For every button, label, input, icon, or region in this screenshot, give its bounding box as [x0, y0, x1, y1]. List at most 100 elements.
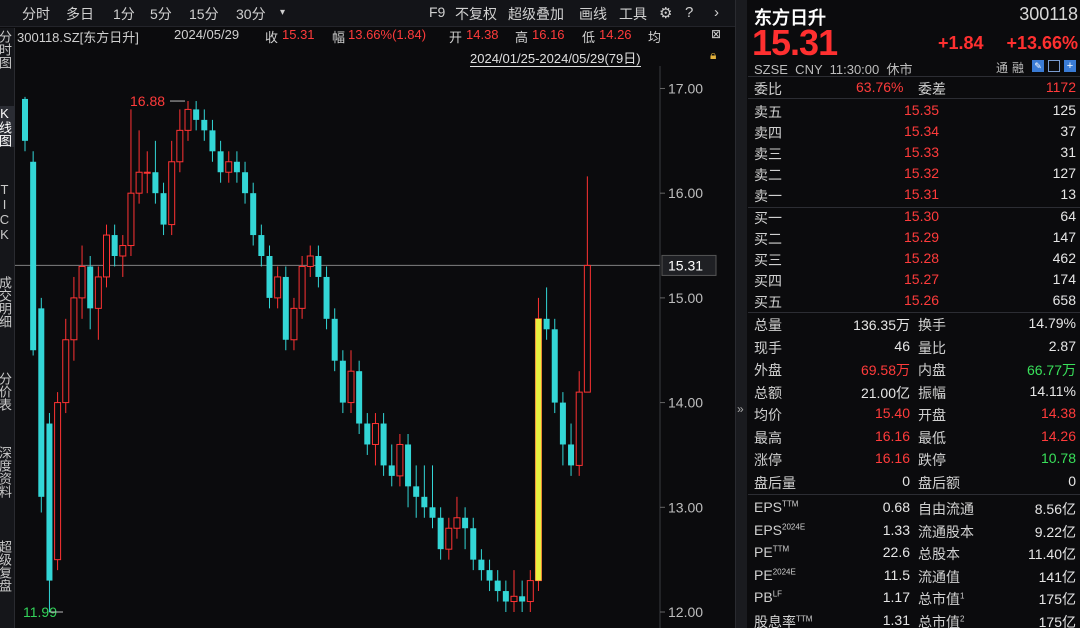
chevron-right-icon[interactable]: › [714, 4, 719, 21]
bid-row[interactable]: 买一 15.30 64 [748, 206, 1080, 228]
fundamental-label: 自由流通 [918, 499, 974, 519]
candle-body [94, 276, 102, 309]
max-price-label: 16.88 [130, 93, 165, 109]
triangle-down-icon[interactable]: ▾ [280, 7, 285, 18]
tab-15min[interactable]: 15分 [189, 4, 219, 24]
tab-30min[interactable]: 30分 [236, 4, 266, 24]
ask-row[interactable]: 卖四 15.34 37 [748, 121, 1080, 143]
tab-multi-day[interactable]: 多日 [66, 4, 94, 24]
add-icon[interactable]: + [1064, 60, 1076, 72]
ask-volume: 127 [1052, 165, 1076, 181]
f9-button[interactable]: F9 [429, 4, 445, 20]
double-chevron-icon[interactable]: » [737, 402, 744, 416]
tag-tong: 通 [996, 61, 1009, 75]
panel-collapse-strip[interactable]: » [735, 0, 747, 628]
candle-body [152, 172, 159, 194]
side-tab-trades[interactable]: 成交明细 [0, 276, 15, 328]
adjust-button[interactable]: 不复权 [455, 4, 497, 24]
side-tab-price-table[interactable]: 分价表 [0, 372, 15, 411]
tab-1min[interactable]: 1分 [113, 4, 135, 24]
stat-label: 盘后量 [754, 474, 796, 491]
info-date: 2024/05/29 [174, 27, 240, 42]
fundamental-label-text: PE [754, 544, 773, 560]
fundamental-value: 1.31 [882, 611, 910, 628]
candle-body [315, 256, 322, 277]
fundamental-value: 141亿 [1038, 568, 1076, 585]
fundamental-label-text: 总市值 [918, 613, 960, 628]
tools-button[interactable]: 工具 [619, 4, 647, 24]
bid-label: 买三 [754, 252, 782, 268]
stat-label: 盘后额 [918, 474, 960, 491]
fundamental-row: PBLF 1.17 总市值1 175亿 [748, 587, 1080, 609]
candle-body [510, 595, 518, 603]
tab-5min[interactable]: 5分 [150, 4, 172, 24]
ask-row[interactable]: 卖二 15.32 127 [748, 163, 1080, 185]
fundamental-label-text: 总市值 [918, 591, 960, 607]
candle-body [306, 255, 314, 267]
candle-body [184, 108, 192, 131]
stat-value: 16.16 [874, 450, 910, 466]
bid-volume: 64 [1060, 208, 1076, 224]
ask-row[interactable]: 卖五 15.35 125 [748, 100, 1080, 122]
candle-body [143, 171, 151, 174]
candle-body [429, 507, 436, 518]
kline-chart[interactable]: 17.00 16.00 15.00 14.00 13.00 12.00 15.31 16.88… [15, 66, 720, 628]
side-tab-kline[interactable]: K线图 [0, 106, 15, 147]
fundamental-value: 22.6 [882, 544, 910, 560]
bid-volume: 147 [1052, 229, 1076, 245]
candle-body [209, 130, 216, 152]
ask-price: 15.33 [904, 144, 940, 160]
side-tab-tick[interactable]: TICK [0, 182, 15, 242]
side-tab-replay[interactable]: 超级复盘 [0, 540, 15, 592]
high-label: 高 [515, 30, 529, 45]
stat-value: 46 [894, 337, 910, 354]
draw-button[interactable]: 画线 [579, 4, 607, 24]
open-label: 开 [449, 30, 463, 45]
stat-value: 15.40 [874, 405, 910, 421]
lock-icon[interactable]: 🔒︎ [710, 48, 716, 63]
candle-body [70, 297, 78, 341]
candle-body [168, 161, 176, 226]
overlay-button[interactable]: 超级叠加 [508, 4, 564, 24]
fundamental-label: EPS2024E [754, 522, 805, 538]
close-icon[interactable]: ⊠ [711, 27, 721, 41]
candle-body [551, 329, 558, 403]
candle-body [331, 318, 338, 361]
help-icon[interactable]: ? [685, 4, 693, 21]
fundamental-label: 股息率TTM [754, 612, 812, 628]
close-label: 收 [265, 30, 279, 45]
stat-value: 16.16 [874, 427, 910, 444]
gear-icon[interactable]: ⚙ [659, 4, 672, 22]
fundamental-label-text: 流通股本 [918, 523, 974, 540]
stat-value: 14.38 [1040, 405, 1076, 421]
bid-row[interactable]: 买三 15.28 462 [748, 248, 1080, 270]
fundamental-label-sup: TTM [782, 499, 799, 509]
ask-row[interactable]: 卖三 15.33 31 [748, 142, 1080, 164]
bid-row[interactable]: 买五 15.26 658 [748, 290, 1080, 312]
change-value: 13.66%(1.84) [348, 27, 427, 42]
candle-body [559, 402, 566, 445]
candle-body [38, 308, 45, 497]
tab-fenshi[interactable]: 分时 [22, 4, 50, 24]
stat-value: 14.79% [1028, 315, 1076, 331]
weibi-row: 委比 63.76% 委差 1172 [748, 77, 1080, 99]
side-tab-deep-data[interactable]: 深度资料 [0, 446, 15, 498]
bid-price: 15.26 [904, 292, 940, 308]
date-range: 2024/01/25-2024/05/29(79日) [470, 51, 641, 67]
ask-row[interactable]: 卖一 15.31 13 [748, 184, 1080, 206]
stat-value: 0 [902, 472, 910, 489]
stat-label: 总额 [754, 384, 782, 401]
ask-label: 卖二 [754, 167, 782, 183]
fundamental-value: 11.40亿 [1028, 546, 1076, 562]
fundamental-row: PE2024E 11.5 流通值 141亿 [748, 565, 1080, 587]
fundamental-label-text: 股息率 [754, 613, 796, 628]
bid-row[interactable]: 买二 15.29 147 [748, 227, 1080, 249]
bid-row[interactable]: 买四 15.27 174 [748, 269, 1080, 291]
fundamental-row: EPS2024E 1.33 流通股本 9.22亿 [748, 520, 1080, 542]
ask-volume: 37 [1060, 123, 1076, 139]
edit-icon[interactable]: ✎ [1032, 60, 1044, 72]
side-tab-fenshi[interactable]: 分时图 [0, 30, 15, 69]
fundamental-label: 流通值 [918, 567, 960, 587]
candle-body [421, 496, 428, 508]
window-icon[interactable] [1048, 60, 1060, 72]
